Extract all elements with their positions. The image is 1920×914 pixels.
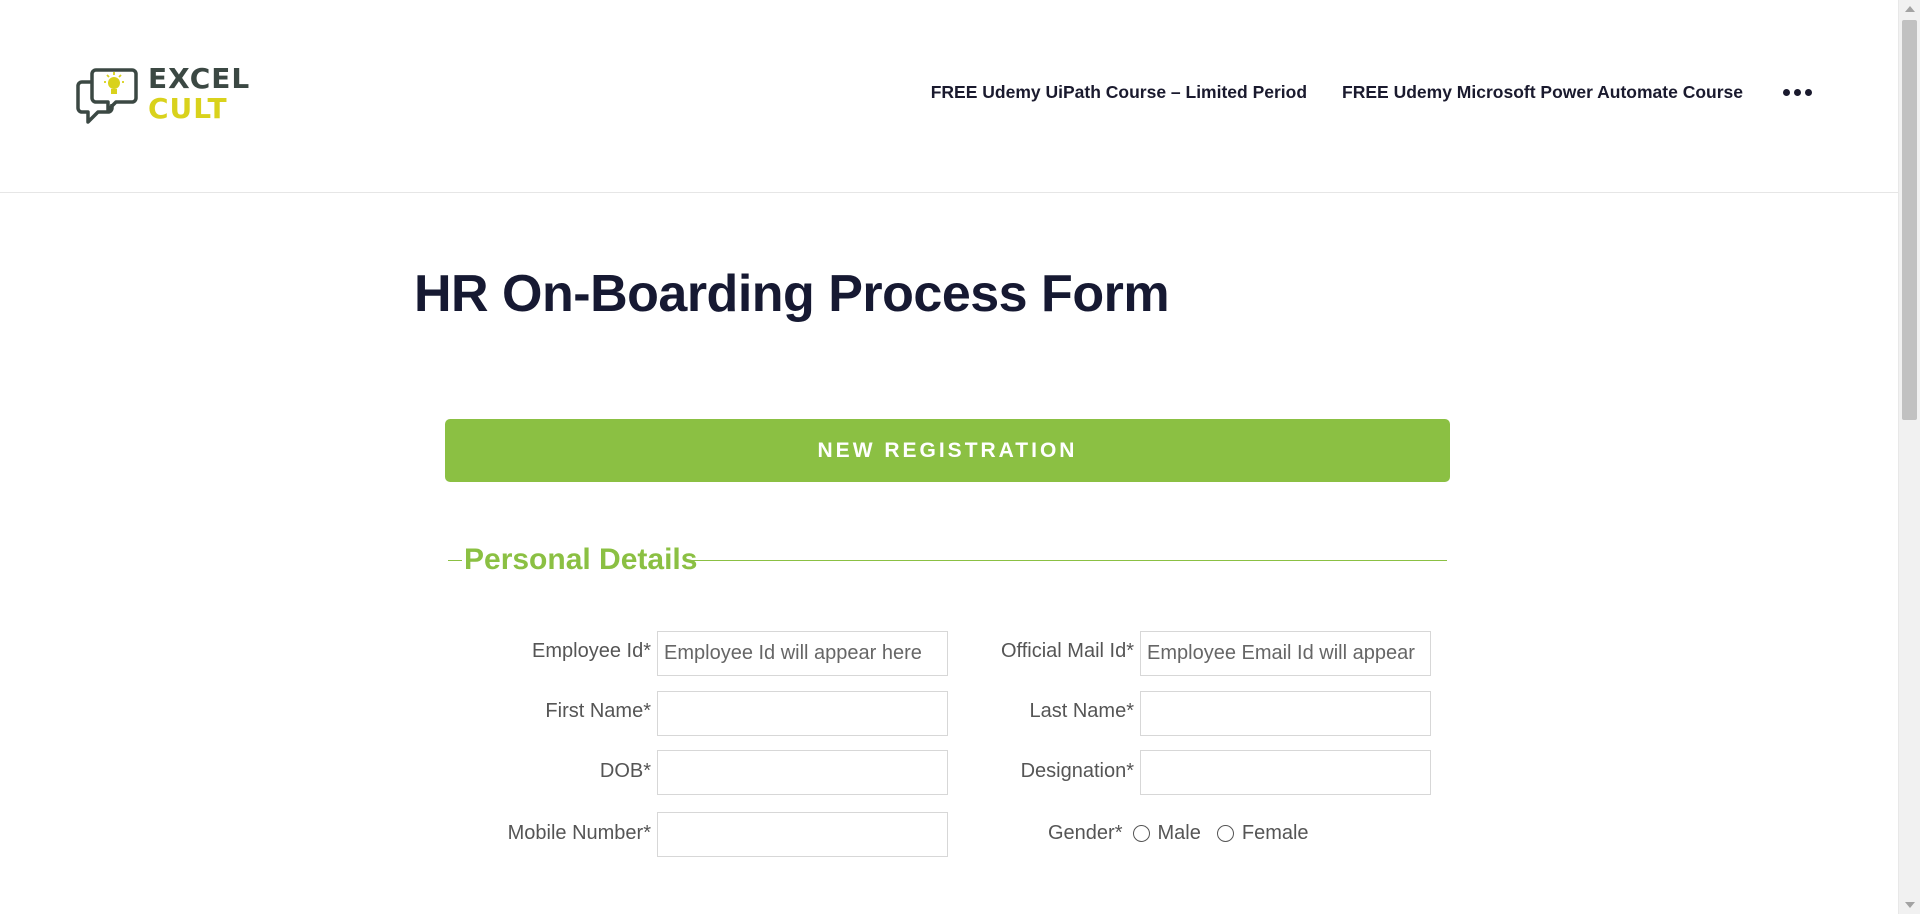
scroll-down-icon[interactable] — [1905, 902, 1915, 908]
page-title: HR On-Boarding Process Form — [414, 265, 1170, 323]
gender-field: Gender* Male Female — [1048, 822, 1325, 845]
gender-male-radio[interactable] — [1132, 825, 1150, 842]
scroll-up-icon[interactable] — [1905, 6, 1915, 12]
dob-label: DOB* — [599, 760, 651, 782]
mobile-number-label: Mobile Number* — [507, 822, 651, 844]
gender-female-radio[interactable] — [1216, 825, 1234, 842]
more-menu-icon[interactable] — [1783, 83, 1812, 102]
section-title: Personal Details — [464, 543, 698, 576]
chat-bulb-icon — [76, 68, 138, 124]
employee-id-label: Employee Id* — [532, 640, 651, 662]
scroll-thumb[interactable] — [1902, 20, 1917, 420]
gender-male-label: Male — [1157, 822, 1201, 844]
new-registration-label: NEW REGISTRATION — [817, 438, 1078, 462]
page-scrollbar[interactable] — [1898, 0, 1920, 914]
site-header: EXCEL CULT FREE Udemy UiPath Course – Li… — [0, 0, 1898, 193]
employee-id-input[interactable] — [657, 631, 948, 676]
designation-label: Designation* — [1020, 760, 1134, 782]
nav-link-power-automate-course[interactable]: FREE Udemy Microsoft Power Automate Cour… — [1342, 82, 1743, 103]
excel-cult-logo[interactable]: EXCEL CULT — [74, 64, 254, 132]
new-registration-banner[interactable]: NEW REGISTRATION — [445, 419, 1450, 482]
dob-input[interactable] — [657, 750, 948, 795]
logo-line-2: CULT — [148, 92, 228, 125]
last-name-label: Last Name* — [1029, 700, 1135, 722]
mobile-number-input[interactable] — [657, 812, 948, 857]
first-name-label: First Name* — [545, 700, 651, 722]
legend-divider-right — [691, 560, 1447, 561]
legend-divider-left — [448, 560, 462, 561]
personal-details-legend: Personal Details — [448, 540, 1447, 580]
logo-line-1: EXCEL — [148, 62, 251, 95]
nav-link-uipath-course[interactable]: FREE Udemy UiPath Course – Limited Perio… — [931, 82, 1307, 103]
designation-input[interactable] — [1140, 750, 1431, 795]
official-mail-label: Official Mail Id* — [1000, 640, 1134, 662]
gender-label: Gender* — [1048, 822, 1123, 844]
gender-female-label: Female — [1241, 822, 1309, 844]
logo-text: EXCEL CULT — [148, 64, 250, 124]
official-mail-input[interactable] — [1140, 631, 1431, 676]
last-name-input[interactable] — [1140, 691, 1431, 736]
main-nav: FREE Udemy UiPath Course – Limited Perio… — [896, 82, 1812, 103]
first-name-input[interactable] — [657, 691, 948, 736]
